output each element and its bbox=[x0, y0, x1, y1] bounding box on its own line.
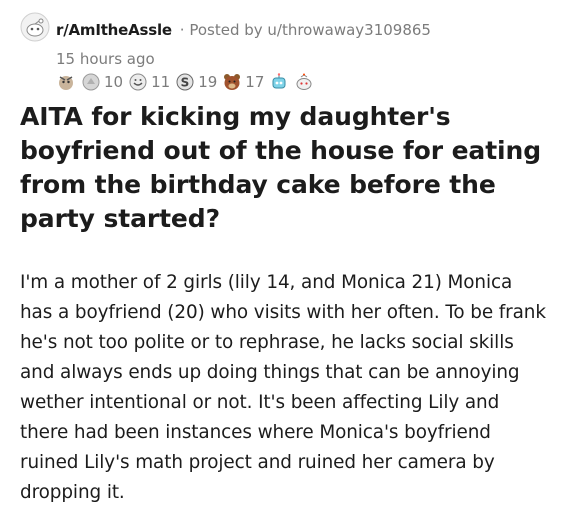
subreddit-link[interactable]: r/AmItheAssle bbox=[56, 21, 175, 39]
svg-text:S: S bbox=[181, 76, 190, 90]
subreddit-name: r/AmItheAss bbox=[56, 21, 157, 39]
award-silver[interactable]: 10 bbox=[81, 72, 123, 92]
post-title[interactable]: AITA for kicking my daughter's boyfriend… bbox=[20, 100, 555, 236]
robot-award-icon bbox=[272, 73, 286, 89]
separator-dot: · bbox=[179, 21, 185, 39]
award-count: 10 bbox=[104, 73, 124, 91]
reddit-post: r/AmItheAssle · Posted by u/throwaway310… bbox=[0, 0, 561, 521]
award-count: 17 bbox=[245, 73, 265, 91]
award-cake[interactable] bbox=[294, 72, 314, 92]
cake-award-icon bbox=[296, 73, 312, 90]
award-helpful[interactable] bbox=[56, 72, 76, 92]
silver-award-icon bbox=[82, 73, 100, 91]
post-body: I'm a mother of 2 girls (lily 14, and Mo… bbox=[20, 272, 546, 503]
snek-award-icon: S bbox=[176, 73, 194, 91]
helpful-award-icon bbox=[59, 76, 73, 90]
wholesome-award-icon bbox=[129, 73, 147, 91]
posted-by-author[interactable]: Posted by u/throwaway3109865 bbox=[189, 21, 431, 39]
award-wholesome[interactable]: 11 bbox=[128, 72, 170, 92]
awards-row[interactable]: 10 11 S 19 17 bbox=[56, 71, 319, 93]
award-count: 11 bbox=[151, 73, 171, 91]
award-bear[interactable]: 17 bbox=[222, 72, 264, 92]
award-snek[interactable]: S 19 bbox=[175, 72, 217, 92]
bear-award-icon bbox=[224, 74, 241, 90]
post-header-line: r/AmItheAssle · Posted by u/throwaway310… bbox=[56, 21, 431, 39]
subreddit-name-clipped: le bbox=[156, 21, 172, 39]
award-robot[interactable] bbox=[269, 72, 289, 92]
subreddit-avatar-icon[interactable] bbox=[20, 12, 50, 42]
post-meta: r/AmItheAssle · Posted by u/throwaway310… bbox=[20, 10, 550, 93]
post-timestamp: 15 hours ago bbox=[56, 50, 155, 68]
award-count: 19 bbox=[198, 73, 218, 91]
